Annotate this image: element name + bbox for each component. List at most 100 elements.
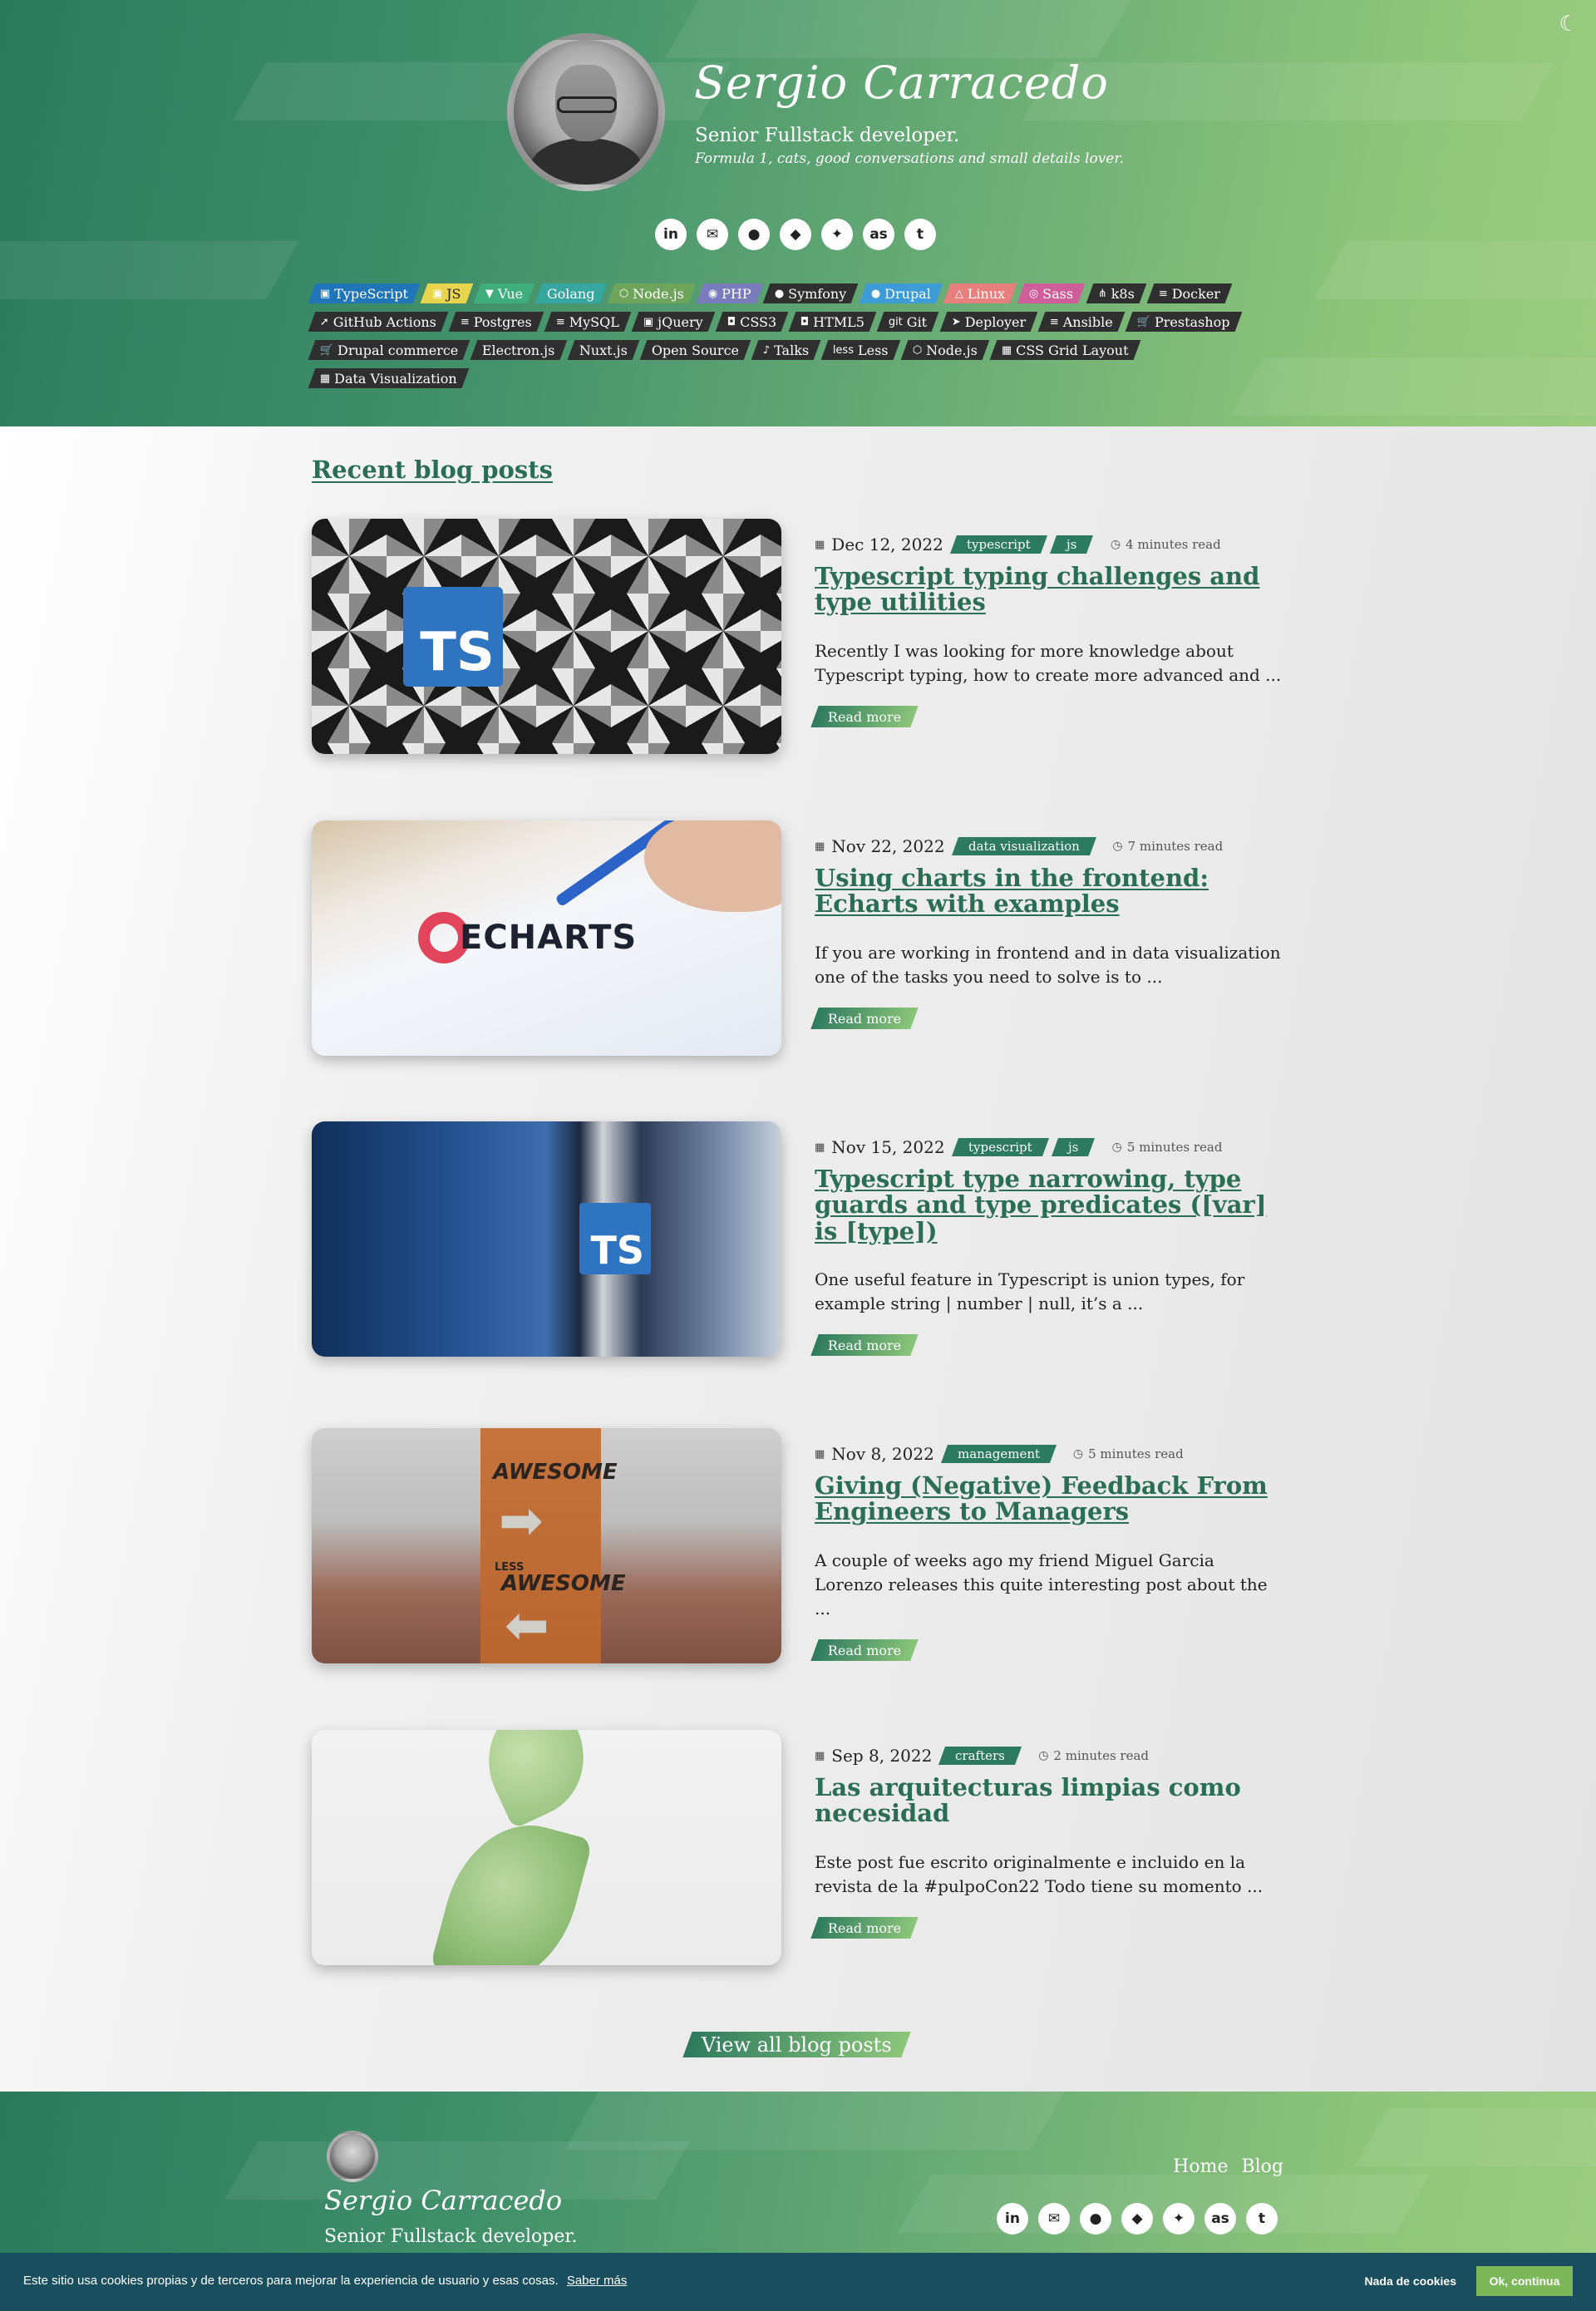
skill-tag[interactable]: ⬡ Node.js bbox=[607, 283, 697, 303]
awesome-sign-image[interactable]: AWESOME ➡ LESS AWESOME ➡ bbox=[312, 1428, 781, 1663]
skill-label: Talks bbox=[774, 342, 810, 358]
cookie-message: Este sitio usa cookies propias y de terc… bbox=[23, 2274, 559, 2288]
skill-tag[interactable]: ▼ Vue bbox=[473, 283, 535, 303]
cookie-accept-button[interactable]: Ok, continua bbox=[1476, 2266, 1573, 2296]
lastfm-icon[interactable]: as bbox=[863, 219, 894, 250]
decor-stripe bbox=[1313, 241, 1596, 299]
skill-tag-content: ⋔ k8s bbox=[1098, 286, 1135, 302]
read-more-button[interactable]: Read more bbox=[810, 1638, 919, 1661]
lastfm-icon[interactable]: as bbox=[1204, 2203, 1236, 2235]
skill-tag[interactable]: ≡ MySQL bbox=[544, 312, 632, 332]
skill-tag[interactable]: ◎ Sass bbox=[1017, 283, 1086, 303]
skill-tag[interactable]: △ Linux bbox=[943, 283, 1017, 303]
read-more-button[interactable]: Read more bbox=[810, 1333, 919, 1356]
skill-label: Vue bbox=[497, 285, 524, 302]
post-title[interactable]: Las arquitecturas limpias como necesidad bbox=[815, 1774, 1284, 1827]
skill-tag-content: ⬡ Node.js bbox=[913, 342, 978, 358]
skill-tag[interactable]: 🛒 Drupal commerce bbox=[308, 340, 470, 360]
twitter-icon[interactable]: ✦ bbox=[821, 219, 853, 250]
post-title[interactable]: Typescript typing challenges and type ut… bbox=[815, 563, 1284, 616]
post-tag[interactable]: js bbox=[1050, 535, 1094, 554]
cookie-deny-button[interactable]: Nada de cookies bbox=[1365, 2274, 1457, 2288]
drupal-icon[interactable]: ◆ bbox=[780, 219, 811, 250]
skill-tag[interactable]: ➤ Deployer bbox=[939, 312, 1038, 332]
footer-nav-home[interactable]: Home bbox=[1173, 2156, 1228, 2177]
post-title[interactable]: Typescript type narrowing, type guards a… bbox=[815, 1165, 1284, 1244]
footer-nav-blog[interactable]: Blog bbox=[1241, 2156, 1283, 2177]
skill-tag[interactable]: ● Drupal bbox=[859, 283, 943, 303]
skill-tag[interactable]: Nuxt.js bbox=[567, 340, 640, 360]
green-leaf-image[interactable] bbox=[312, 1730, 781, 1965]
echarts-logo-image[interactable]: ECHARTS bbox=[312, 820, 781, 1056]
skill-tag[interactable]: ▦ CSS Grid Layout bbox=[989, 340, 1141, 360]
skill-tag[interactable]: ▣ TypeScript bbox=[308, 283, 421, 303]
read-more-button[interactable]: Read more bbox=[810, 1007, 919, 1029]
skill-tag[interactable]: ● Symfony bbox=[763, 283, 860, 303]
read-time: ◷ 4 minutes read bbox=[1111, 537, 1221, 552]
github-icon[interactable]: ● bbox=[738, 219, 770, 250]
skill-tag[interactable]: ♪ Talks bbox=[751, 340, 821, 360]
linkedin-icon[interactable]: in bbox=[997, 2203, 1028, 2235]
post-meta: ▦ Sep 8, 2022 crafters ◷ 2 minutes read bbox=[815, 1745, 1284, 1767]
tumblr-icon[interactable]: t bbox=[1246, 2203, 1278, 2235]
skill-tag[interactable]: ≡ Docker bbox=[1146, 283, 1233, 303]
skill-tag[interactable]: Golang bbox=[534, 283, 608, 303]
read-time-label: 5 minutes read bbox=[1088, 1446, 1184, 1461]
clock-icon: ◷ bbox=[1111, 1141, 1122, 1154]
typescript-geometric-image[interactable]: TS bbox=[312, 519, 781, 754]
skill-tag[interactable]: Electron.js bbox=[470, 340, 568, 360]
skill-icon: ◘ bbox=[727, 315, 736, 328]
skill-tag[interactable]: ≡ Postgres bbox=[448, 312, 544, 332]
skill-tag-content: ♪ Talks bbox=[763, 342, 809, 358]
arrow-right-icon: ➡ bbox=[499, 1491, 544, 1552]
post-tag-label: data visualization bbox=[968, 839, 1080, 854]
post-tag[interactable]: management bbox=[940, 1445, 1057, 1463]
skill-icon: ♪ bbox=[763, 343, 771, 357]
skill-tag[interactable]: git Git bbox=[876, 312, 939, 332]
skill-tag[interactable]: 🛒 Prestashop bbox=[1125, 312, 1242, 332]
moon-icon[interactable]: ☾ bbox=[1556, 12, 1581, 37]
skill-tag[interactable]: ▣ JS bbox=[420, 283, 474, 303]
decor-stripe bbox=[0, 241, 300, 299]
skill-tag-content: ≡ Ansible bbox=[1050, 314, 1113, 330]
post-tag[interactable]: js bbox=[1052, 1138, 1096, 1156]
footer-social-links: in ✉ ● ◆ ✦ as t bbox=[997, 2203, 1278, 2235]
blog-post-card: ▦ Sep 8, 2022 crafters ◷ 2 minutes read Las a… bbox=[312, 1730, 1284, 1965]
skill-icon: ➤ bbox=[951, 315, 961, 328]
skill-icon: 🛒 bbox=[320, 343, 334, 357]
skill-tag[interactable]: ➚ GitHub Actions bbox=[308, 312, 449, 332]
post-tag[interactable]: typescript bbox=[951, 1138, 1049, 1156]
skill-tag[interactable]: less Less bbox=[821, 340, 901, 360]
drupal-icon[interactable]: ◆ bbox=[1121, 2203, 1153, 2235]
skill-tag[interactable]: ▣ jQuery bbox=[631, 312, 716, 332]
linkedin-icon[interactable]: in bbox=[655, 219, 687, 250]
github-icon[interactable]: ● bbox=[1080, 2203, 1111, 2235]
post-tag[interactable]: crafters bbox=[938, 1747, 1022, 1765]
skill-tag[interactable]: ▦ Data Visualization bbox=[308, 368, 470, 388]
read-more-button[interactable]: Read more bbox=[810, 1916, 919, 1939]
skill-tag[interactable]: ◘ HTML5 bbox=[788, 312, 877, 332]
skill-label: Git bbox=[907, 313, 928, 330]
skill-tag[interactable]: ◉ PHP bbox=[696, 283, 763, 303]
post-tag[interactable]: data visualization bbox=[951, 837, 1096, 855]
twitter-icon[interactable]: ✦ bbox=[1163, 2203, 1195, 2235]
email-icon[interactable]: ✉ bbox=[1038, 2203, 1070, 2235]
skill-icon: ▣ bbox=[432, 287, 443, 300]
skill-label: CSS Grid Layout bbox=[1016, 342, 1129, 358]
read-more-button[interactable]: Read more bbox=[810, 705, 919, 727]
skill-icon: △ bbox=[954, 287, 963, 300]
skill-tag[interactable]: ≡ Ansible bbox=[1037, 312, 1126, 332]
post-tag-label: typescript bbox=[966, 537, 1031, 552]
view-all-button[interactable]: View all blog posts bbox=[682, 2032, 911, 2057]
typescript-blue-corridor-image[interactable]: TS bbox=[312, 1121, 781, 1357]
skill-tag[interactable]: Open Source bbox=[639, 340, 751, 360]
cookie-more-link[interactable]: Saber más bbox=[567, 2274, 628, 2288]
skill-tag[interactable]: ◘ CSS3 bbox=[715, 312, 789, 332]
post-title[interactable]: Giving (Negative) Feedback From Engineer… bbox=[815, 1472, 1284, 1525]
email-icon[interactable]: ✉ bbox=[697, 219, 728, 250]
post-title[interactable]: Using charts in the frontend: Echarts wi… bbox=[815, 865, 1284, 918]
skill-tag[interactable]: ⋔ k8s bbox=[1086, 283, 1146, 303]
skill-tag[interactable]: ⬡ Node.js bbox=[900, 340, 990, 360]
tumblr-icon[interactable]: t bbox=[904, 219, 936, 250]
post-tag[interactable]: typescript bbox=[949, 535, 1047, 554]
